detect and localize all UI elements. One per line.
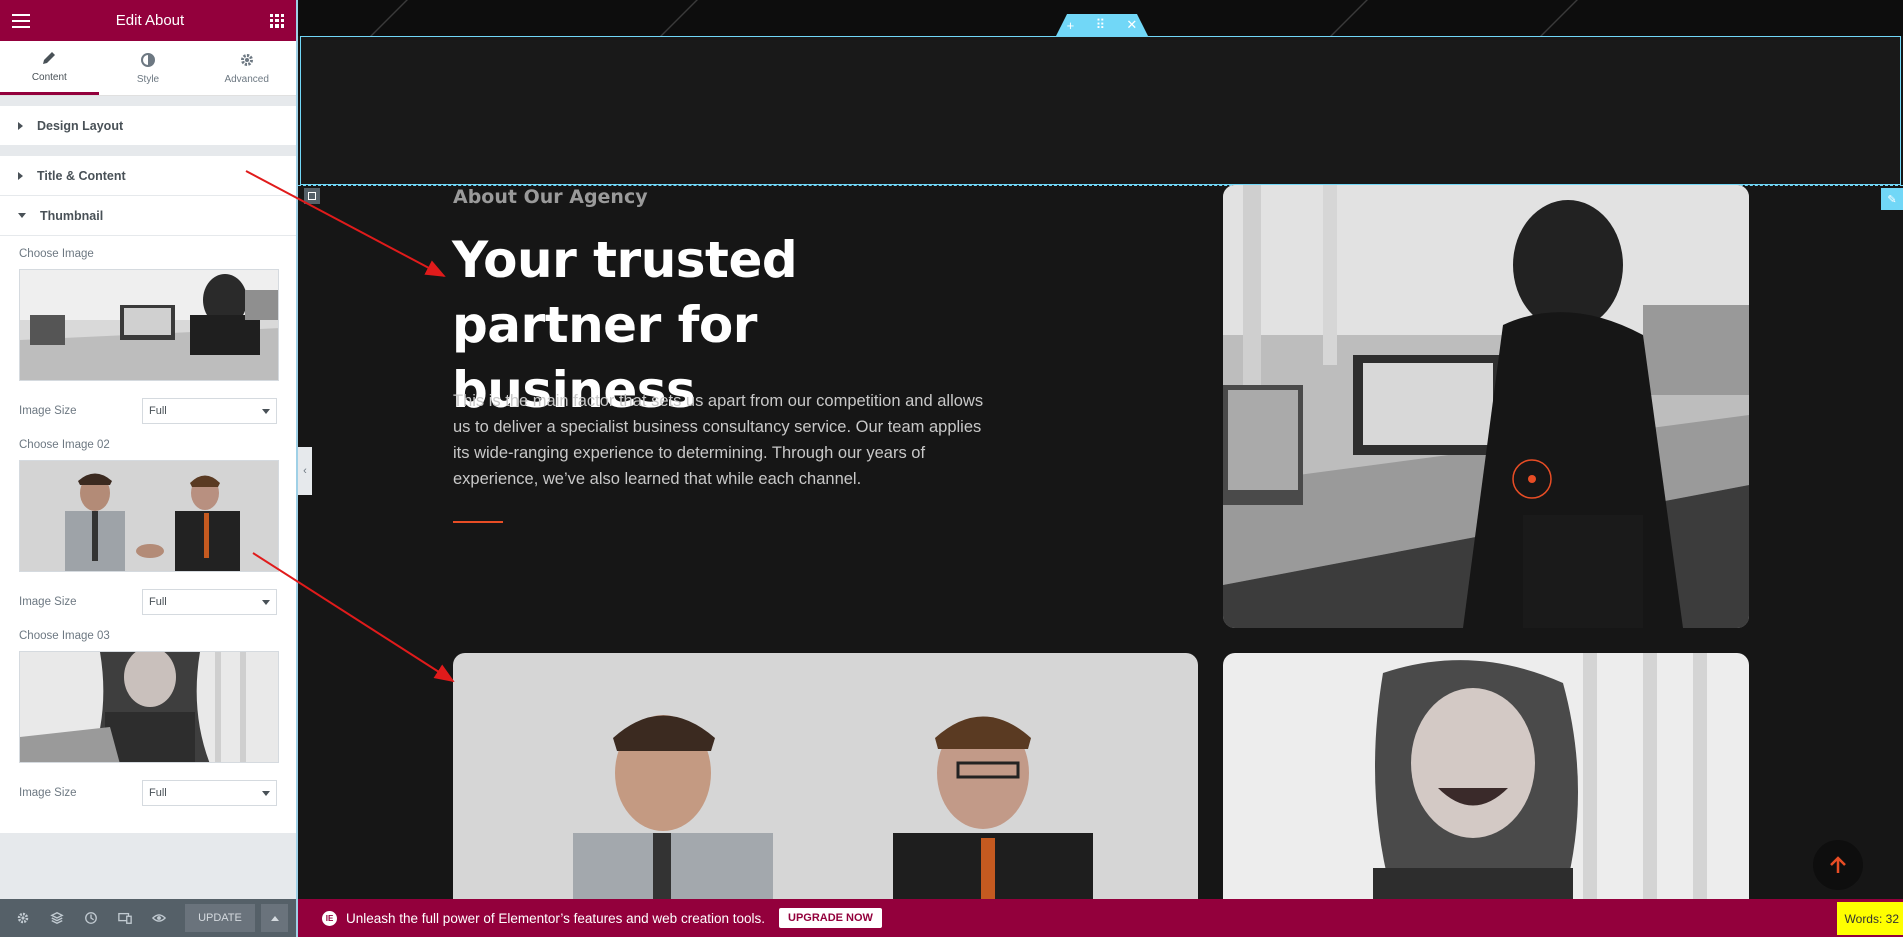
choose-image-label: Choose Image <box>19 248 94 260</box>
accent-divider <box>453 521 503 523</box>
gear-icon <box>17 912 29 924</box>
section-title-content[interactable]: Title & Content <box>0 156 296 196</box>
chevron-down-icon <box>262 790 270 796</box>
promo-bar: IE Unleash the full power of Elementor’s… <box>298 899 1903 937</box>
image-size-value: Full <box>149 787 167 799</box>
elementor-logo-icon: IE <box>322 910 337 926</box>
image-picker-1[interactable] <box>19 269 279 381</box>
handshake-photo <box>453 653 1198 899</box>
panel-tabs: Content Style Advanced <box>0 41 296 96</box>
image-picker-3[interactable] <box>19 651 279 763</box>
page-preview: + ⠿ ✕ ✎ ‹ About Our Agency Your trusted … <box>298 0 1903 899</box>
tab-content[interactable]: Content <box>0 41 99 95</box>
office-laptop-photo <box>1223 185 1749 628</box>
tab-style-label: Style <box>136 73 160 85</box>
column-handle[interactable] <box>304 188 320 204</box>
choose-image-03-label: Choose Image 03 <box>19 630 110 642</box>
history-icon <box>85 912 98 924</box>
devices-icon <box>118 912 133 924</box>
tab-advanced-label: Advanced <box>224 73 269 85</box>
pencil-icon <box>43 52 56 64</box>
laughing-woman-photo <box>1223 653 1749 899</box>
collapse-panel-button[interactable]: ‹ <box>298 447 312 495</box>
caret-right-icon <box>18 121 23 130</box>
navigator-button[interactable] <box>42 899 72 937</box>
about-description: This is the main factor that sets us apa… <box>453 392 984 488</box>
laughing-woman-thumbnail <box>20 652 278 762</box>
image-picker-2[interactable] <box>19 460 279 572</box>
handshake-thumbnail <box>20 461 278 571</box>
contrast-icon <box>141 52 155 67</box>
image-size-label: Image Size <box>19 787 77 799</box>
gear-icon <box>240 53 253 66</box>
update-options-button[interactable] <box>261 904 288 932</box>
column-icon <box>308 192 316 200</box>
panel-footer: UPDATE <box>0 899 296 937</box>
about-subtitle: About Our Agency <box>453 186 648 208</box>
arrow-up-icon <box>1830 856 1846 873</box>
empty-section[interactable] <box>300 36 1901 185</box>
tab-style[interactable]: Style <box>99 41 198 95</box>
upgrade-now-button[interactable]: UPGRADE NOW <box>779 908 882 928</box>
panel-header: Edit About <box>0 0 296 41</box>
caret-down-icon <box>18 213 26 218</box>
update-button[interactable]: UPDATE <box>184 904 256 932</box>
image-size-select-1[interactable]: Full <box>142 398 277 424</box>
preview-button[interactable] <box>144 899 174 937</box>
pencil-icon: ✎ <box>1887 193 1897 206</box>
layers-icon <box>50 912 64 924</box>
scroll-to-top-button[interactable] <box>1813 840 1863 890</box>
chevron-down-icon <box>262 599 270 605</box>
image-size-value: Full <box>149 596 167 608</box>
tab-advanced[interactable]: Advanced <box>197 41 296 95</box>
editor-panel: Edit About Content Style Advanced Design… <box>0 0 298 937</box>
image-size-value: Full <box>149 405 167 417</box>
panel-title: Edit About <box>115 12 185 29</box>
eye-icon <box>152 914 167 922</box>
history-button[interactable] <box>76 899 106 937</box>
image-size-label: Image Size <box>19 596 77 608</box>
section-design-layout[interactable]: Design Layout <box>0 106 296 146</box>
image-size-label: Image Size <box>19 405 77 417</box>
word-count-badge: Words: 32 <box>1836 902 1903 935</box>
section-thumbnail-label: Thumbnail <box>40 208 104 223</box>
image-size-select-2[interactable]: Full <box>142 589 277 615</box>
tab-content-label: Content <box>31 72 67 83</box>
edit-widget-button[interactable]: ✎ <box>1881 188 1903 210</box>
section-design-layout-label: Design Layout <box>37 118 124 133</box>
close-icon[interactable]: ✕ <box>1126 17 1137 33</box>
section-thumbnail[interactable]: Thumbnail <box>0 196 296 236</box>
responsive-mode-button[interactable] <box>110 899 140 937</box>
office-laptop-thumbnail <box>20 270 278 380</box>
menu-icon[interactable] <box>12 13 30 28</box>
drag-handle-icon[interactable]: ⠿ <box>1096 17 1106 33</box>
promo-message: Unleash the full power of Elementor’s fe… <box>346 910 765 926</box>
section-title-content-label: Title & Content <box>37 168 126 183</box>
thumbnail-controls: Choose Image Image Size Full Choose Imag… <box>0 236 296 833</box>
caret-right-icon <box>18 171 23 180</box>
chevron-up-icon <box>270 915 279 921</box>
chevron-down-icon <box>262 408 270 414</box>
chevron-left-icon: ‹ <box>303 465 307 477</box>
add-section-icon[interactable]: + <box>1067 18 1075 33</box>
image-size-select-3[interactable]: Full <box>142 780 277 806</box>
choose-image-02-label: Choose Image 02 <box>19 439 110 451</box>
settings-button[interactable] <box>8 899 38 937</box>
section-toolbar: + ⠿ ✕ <box>1056 14 1148 36</box>
widgets-grid-icon[interactable] <box>269 13 284 28</box>
